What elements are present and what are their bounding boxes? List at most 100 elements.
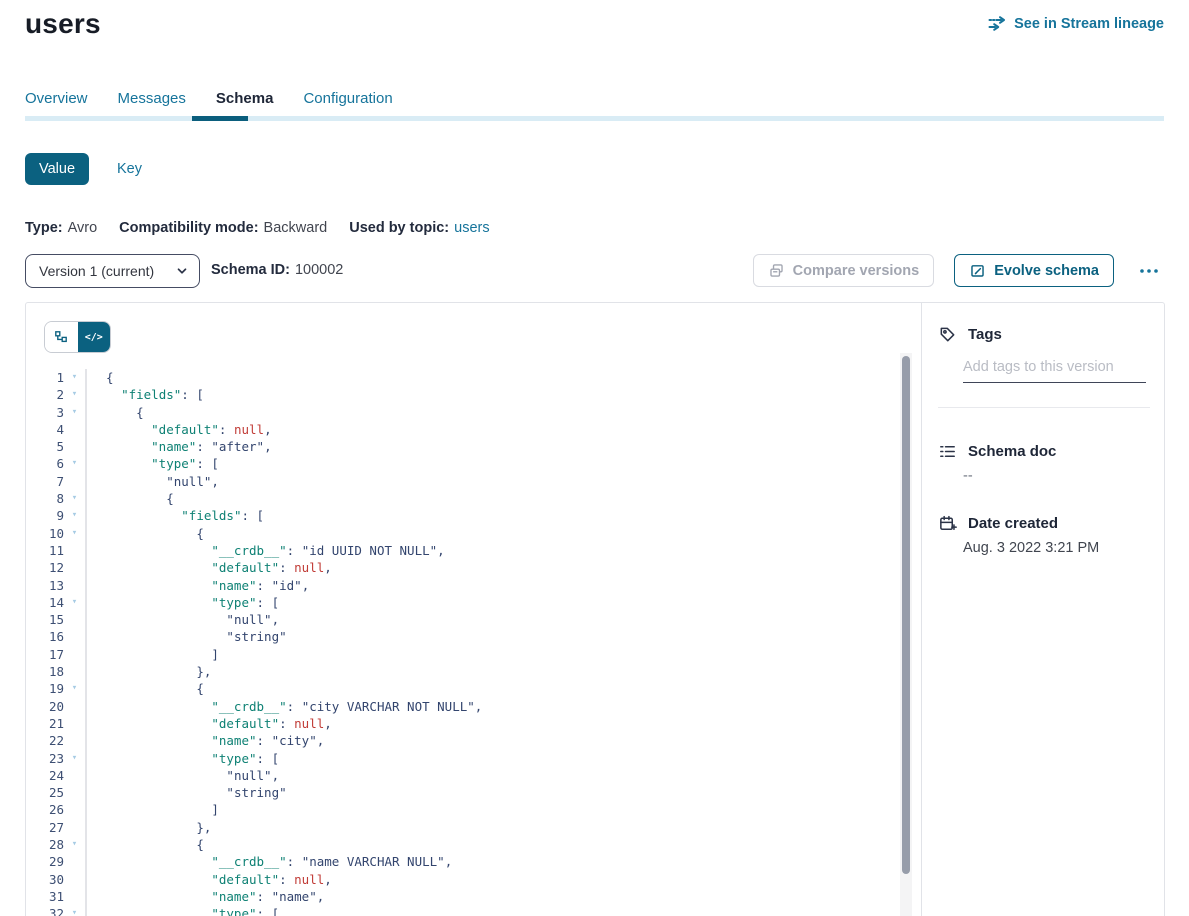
tags-input[interactable]	[963, 359, 1146, 383]
token-p: },	[196, 820, 211, 835]
fold-spacer	[64, 801, 85, 818]
fold-spacer	[64, 819, 85, 836]
line-number: 2	[26, 386, 64, 403]
line-number: 7	[26, 473, 64, 490]
token-n: null	[294, 716, 324, 731]
collapse-arrow-icon[interactable]: ▾	[64, 455, 85, 472]
evolve-schema-button[interactable]: Evolve schema	[954, 254, 1114, 287]
see-in-stream-lineage-link[interactable]: See in Stream lineage	[988, 14, 1164, 33]
date-created-title: Date created	[968, 515, 1058, 532]
token-k: "__crdb__"	[211, 854, 286, 869]
code-view-button[interactable]: </>	[78, 322, 111, 352]
topic-link[interactable]: users	[454, 220, 489, 236]
code-text: "null",	[85, 473, 896, 490]
token-s: "string"	[226, 629, 286, 644]
collapse-arrow-icon[interactable]: ▾	[64, 386, 85, 403]
token-n: null	[294, 872, 324, 887]
token-k: "fields"	[121, 387, 181, 402]
code-line: 1▾{	[26, 369, 896, 386]
line-number: 20	[26, 698, 64, 715]
version-select[interactable]: Version 1 (current)	[25, 254, 200, 288]
collapse-arrow-icon[interactable]: ▾	[64, 594, 85, 611]
fold-spacer	[64, 767, 85, 784]
token-s: "name"	[272, 889, 317, 904]
code-text: },	[85, 663, 896, 680]
fold-spacer	[64, 888, 85, 905]
collapse-arrow-icon[interactable]: ▾	[64, 490, 85, 507]
tab-schema[interactable]: Schema	[216, 90, 274, 107]
line-number: 9	[26, 507, 64, 524]
code-line: 15 "null",	[26, 611, 896, 628]
code-text: "__crdb__": "name VARCHAR NULL",	[85, 853, 896, 870]
collapse-arrow-icon[interactable]: ▾	[64, 836, 85, 853]
code-text: "string"	[85, 628, 896, 645]
code-text: "type": [	[85, 750, 896, 767]
stream-lineage-icon	[988, 14, 1007, 33]
schema-page: users See in Stream lineage Overview Mes…	[0, 0, 1189, 916]
code-text: "default": null,	[85, 421, 896, 438]
token-k: "name"	[211, 889, 256, 904]
line-number: 19	[26, 680, 64, 697]
tab-configuration[interactable]: Configuration	[303, 90, 392, 107]
tab-messages[interactable]: Messages	[118, 90, 186, 107]
more-actions-button[interactable]	[1134, 267, 1164, 275]
list-icon	[938, 442, 957, 461]
token-s: "name VARCHAR NULL"	[302, 854, 445, 869]
token-s: "id"	[272, 578, 302, 593]
code-line: 7 "null",	[26, 473, 896, 490]
scrollbar-thumb[interactable]	[902, 356, 910, 874]
fold-spacer	[64, 871, 85, 888]
chevron-down-icon	[175, 264, 189, 278]
tree-view-button[interactable]	[45, 322, 78, 352]
code-text: "type": [	[85, 455, 896, 472]
evolve-schema-label: Evolve schema	[994, 263, 1099, 279]
collapse-arrow-icon[interactable]: ▾	[64, 525, 85, 542]
fold-spacer	[64, 732, 85, 749]
line-number: 24	[26, 767, 64, 784]
line-number: 3	[26, 404, 64, 421]
type-field: Type:Avro	[25, 220, 97, 236]
type-value: Avro	[68, 220, 98, 236]
value-tab-button[interactable]: Value	[25, 153, 89, 185]
ellipsis-icon	[1138, 267, 1160, 275]
code-line: 11 "__crdb__": "id UUID NOT NULL",	[26, 542, 896, 559]
collapse-arrow-icon[interactable]: ▾	[64, 750, 85, 767]
tags-input-wrap	[963, 358, 1146, 383]
date-created-section-header: Date created	[938, 514, 1150, 533]
active-tab-indicator	[192, 116, 248, 121]
token-n: null	[294, 560, 324, 575]
token-s: "null"	[226, 768, 271, 783]
code-line: 18 },	[26, 663, 896, 680]
schema-code-panel: </> 1▾{2▾ "fields": [3▾ {4 "default": nu…	[26, 303, 921, 916]
line-number: 14	[26, 594, 64, 611]
code-line: 4 "default": null,	[26, 421, 896, 438]
token-n: null	[234, 422, 264, 437]
schema-doc-section-header: Schema doc	[938, 442, 1150, 461]
token-s: "city VARCHAR NOT NULL"	[302, 699, 475, 714]
line-number: 8	[26, 490, 64, 507]
collapse-arrow-icon[interactable]: ▾	[64, 905, 85, 916]
code-text: {	[85, 490, 896, 507]
token-s: "id UUID NOT NULL"	[302, 543, 437, 558]
token-p: : [	[257, 595, 280, 610]
code-scrollbar[interactable]	[900, 353, 912, 916]
collapse-arrow-icon[interactable]: ▾	[64, 507, 85, 524]
code-line: 5 "name": "after",	[26, 438, 896, 455]
value-key-toggle: Value Key	[25, 153, 142, 185]
fold-spacer	[64, 473, 85, 490]
token-s: "null"	[166, 474, 211, 489]
schema-id-field: Schema ID:100002	[211, 262, 343, 278]
fold-spacer	[64, 611, 85, 628]
token-p: : [	[196, 456, 219, 471]
fold-spacer	[64, 646, 85, 663]
key-tab-link[interactable]: Key	[117, 161, 142, 177]
token-p: :	[257, 578, 272, 593]
collapse-arrow-icon[interactable]: ▾	[64, 680, 85, 697]
collapse-arrow-icon[interactable]: ▾	[64, 404, 85, 421]
compare-versions-button[interactable]: Compare versions	[753, 254, 935, 287]
tab-overview[interactable]: Overview	[25, 90, 88, 107]
collapse-arrow-icon[interactable]: ▾	[64, 369, 85, 386]
token-p: :	[279, 872, 294, 887]
code-line: 16 "string"	[26, 628, 896, 645]
code-text: "string"	[85, 784, 896, 801]
